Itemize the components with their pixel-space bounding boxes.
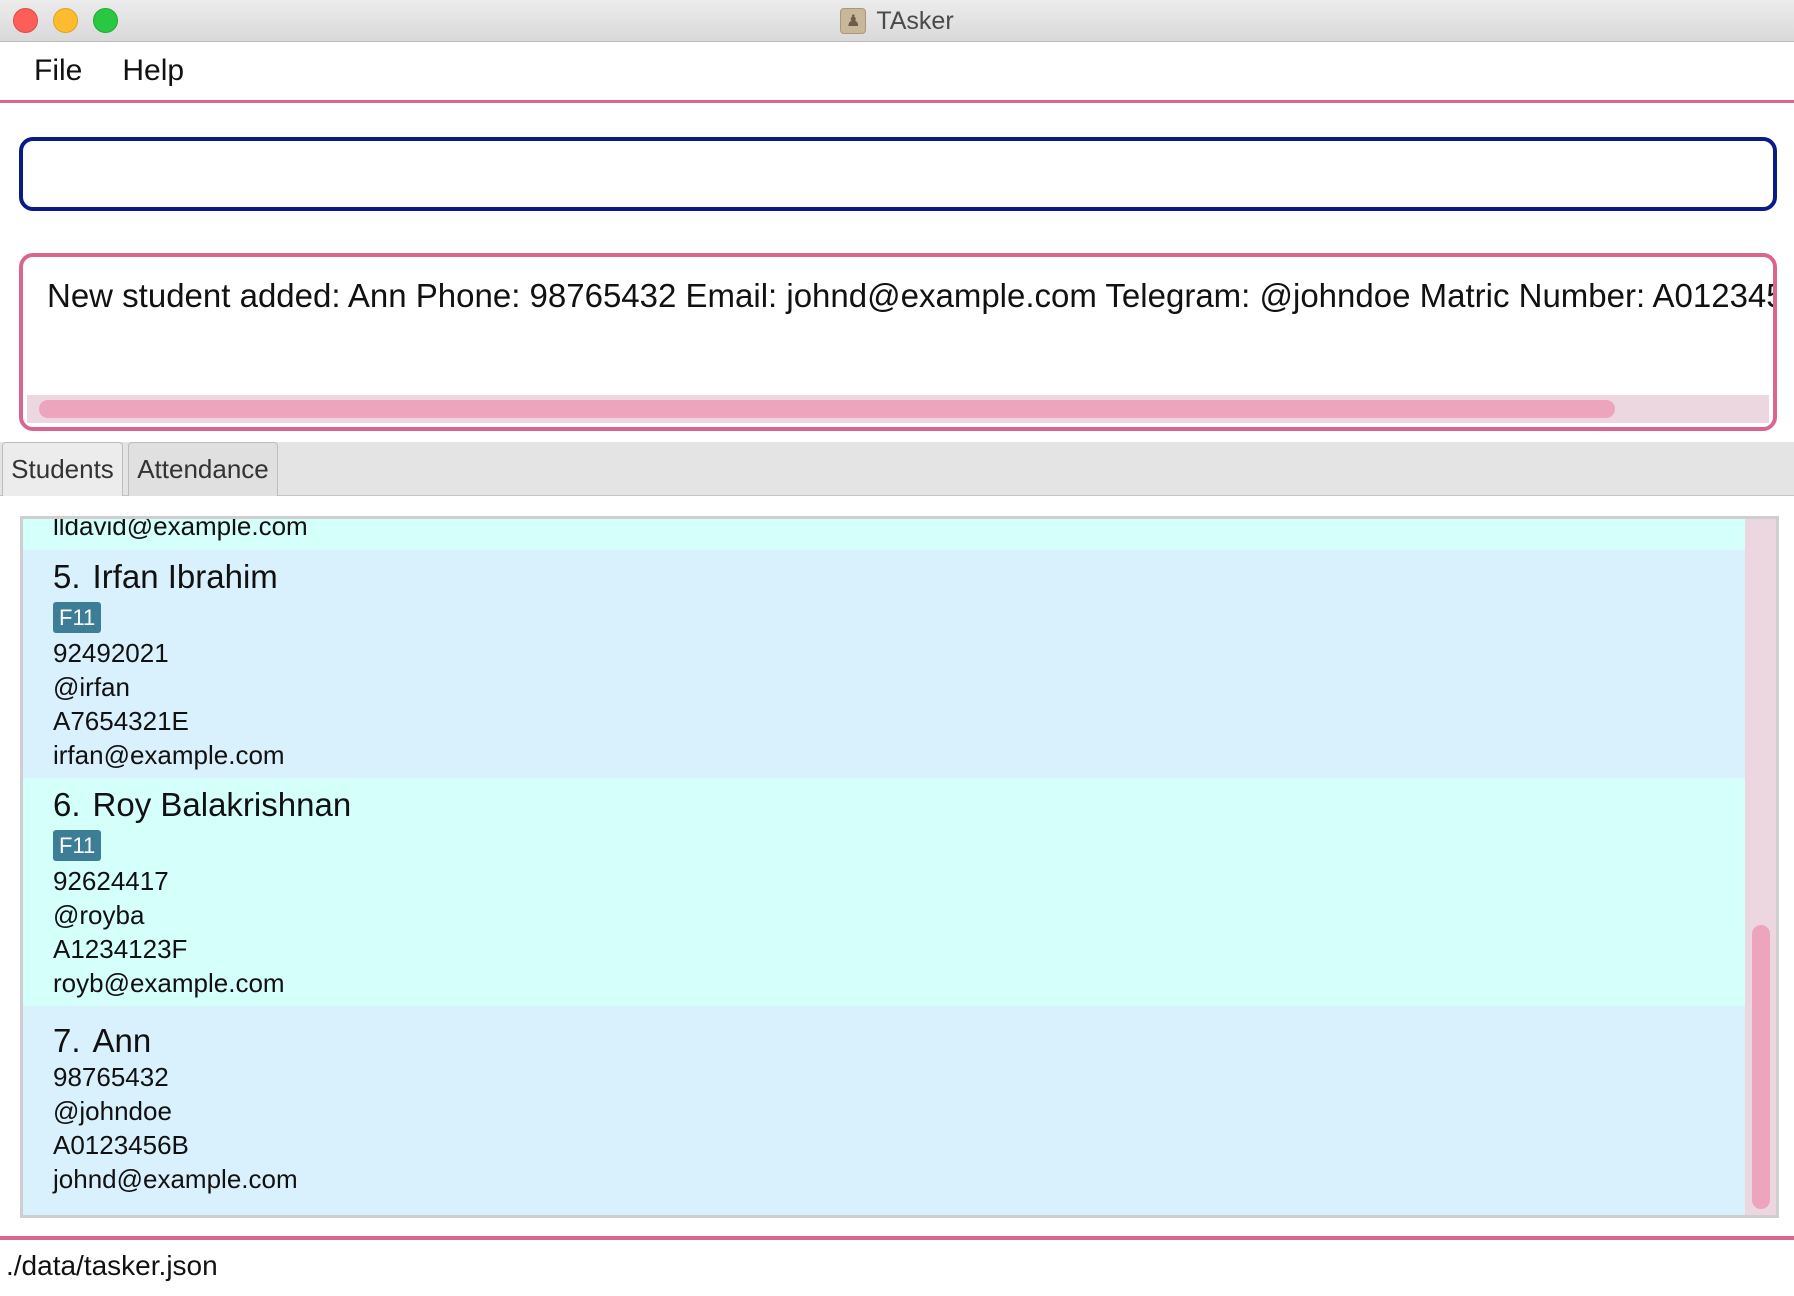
result-display: New student added: Ann Phone: 98765432 E…	[19, 253, 1777, 431]
student-matric: A1234123F	[53, 934, 188, 964]
command-input[interactable]	[23, 141, 1773, 207]
student-index: 7.	[53, 1022, 81, 1059]
menu-help[interactable]: Help	[122, 54, 184, 88]
title-wrap: ♟ TAsker	[0, 0, 1794, 42]
status-bar: ./data/tasker.json	[0, 1236, 1794, 1296]
result-text: New student added: Ann Phone: 98765432 E…	[47, 277, 1777, 314]
student-email: lldavid@example.com	[53, 519, 308, 541]
list-vertical-scrollbar[interactable]	[1745, 519, 1776, 1215]
tab-bar: Students Attendance	[0, 442, 1794, 496]
student-telegram: @irfan	[53, 672, 130, 702]
student-phone: 92492021	[53, 638, 169, 668]
list-item[interactable]: 6. Roy Balakrishnan F11 92624417 @royba A…	[23, 778, 1745, 1006]
result-scroll-thumb[interactable]	[39, 400, 1615, 418]
student-telegram: @royba	[53, 900, 145, 930]
student-index: 6.	[53, 786, 81, 823]
student-name-row: 6. Roy Balakrishnan	[53, 786, 351, 824]
list-item[interactable]: 7. Ann 98765432 @johndoe A0123456B johnd@…	[23, 1006, 1745, 1215]
student-name-row: 5. Irfan Ibrahim	[53, 558, 278, 596]
student-phone: 92624417	[53, 866, 169, 896]
student-email: irfan@example.com	[53, 740, 285, 770]
student-index: 5.	[53, 558, 81, 595]
result-horizontal-scrollbar[interactable]	[27, 395, 1769, 423]
tab-students[interactable]: Students	[2, 442, 123, 496]
student-telegram: @johndoe	[53, 1096, 172, 1126]
student-name: Roy Balakrishnan	[92, 786, 352, 823]
title-bar: ♟ TAsker	[0, 0, 1794, 42]
tab-attendance[interactable]: Attendance	[128, 442, 278, 496]
student-email: johnd@example.com	[53, 1164, 298, 1194]
student-phone: 98765432	[53, 1062, 169, 1092]
student-list-viewport: lldavid@example.com 5. Irfan Ibrahim F11 …	[23, 519, 1745, 1215]
app-icon: ♟	[840, 8, 867, 34]
group-tag: F11	[53, 602, 102, 633]
student-matric: A7654321E	[53, 706, 189, 736]
app-window: ♟ TAsker File Help New student added: An…	[0, 0, 1794, 1296]
student-name-row: 7. Ann	[53, 1022, 151, 1060]
student-email: royb@example.com	[53, 968, 285, 998]
student-matric: A0123456B	[53, 1130, 189, 1160]
student-name: Irfan Ibrahim	[92, 558, 278, 595]
list-item[interactable]: lldavid@example.com	[23, 519, 1745, 550]
list-item[interactable]: 5. Irfan Ibrahim F11 92492021 @irfan A765…	[23, 550, 1745, 778]
data-file-path: ./data/tasker.json	[6, 1250, 218, 1281]
student-name: Ann	[92, 1022, 152, 1059]
window-title: TAsker	[876, 6, 954, 35]
student-list: lldavid@example.com 5. Irfan Ibrahim F11 …	[20, 516, 1779, 1218]
command-box	[19, 137, 1777, 211]
group-tag: F11	[53, 830, 102, 861]
menu-file[interactable]: File	[34, 54, 82, 88]
menu-bar: File Help	[0, 42, 1794, 103]
list-scroll-thumb[interactable]	[1752, 925, 1770, 1209]
